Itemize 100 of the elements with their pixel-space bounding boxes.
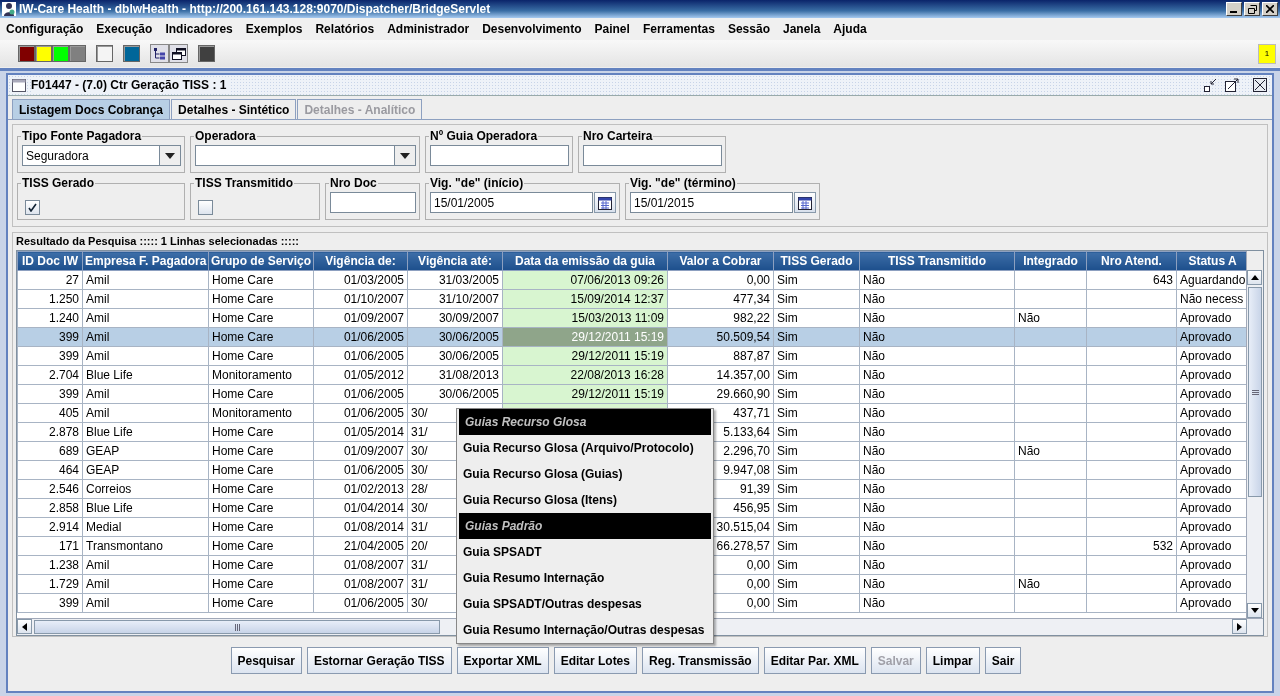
table-cell: Sim bbox=[773, 346, 860, 366]
table-cell: Amil bbox=[82, 346, 209, 366]
table-cell: 27 bbox=[17, 270, 83, 290]
field-label: Vig. "de" (início) bbox=[429, 176, 525, 190]
table-cell: GEAP bbox=[82, 441, 209, 461]
table-cell: Home Care bbox=[208, 441, 314, 461]
table-cell: 01/06/2005 bbox=[313, 403, 408, 423]
table-cell: Home Care bbox=[208, 536, 314, 556]
table-cell: 31/03/2005 bbox=[407, 270, 503, 290]
table-cell: Amil bbox=[82, 384, 209, 404]
table-cell: Correios bbox=[82, 479, 209, 499]
table-cell: Sim bbox=[773, 403, 860, 423]
menu-section-header: Guias Padrão bbox=[459, 513, 711, 539]
table-cell: Não bbox=[859, 593, 1015, 613]
table-cell: 30/06/2005 bbox=[407, 346, 503, 366]
table-cell: Home Care bbox=[208, 460, 314, 480]
table-cell: 30/09/2007 bbox=[407, 308, 503, 328]
table-cell: 01/09/2007 bbox=[313, 308, 408, 328]
table-cell: Não bbox=[859, 270, 1015, 290]
table-cell: Sim bbox=[773, 365, 860, 385]
table-cell: Home Care bbox=[208, 422, 314, 442]
table-cell: Home Care bbox=[208, 308, 314, 328]
table-cell: 1.250 bbox=[17, 289, 83, 309]
field-label: TISS Gerado bbox=[21, 176, 96, 190]
table-cell: 2.914 bbox=[17, 517, 83, 537]
table-cell: 31/08/2013 bbox=[407, 365, 503, 385]
table-cell: Não bbox=[859, 384, 1015, 404]
table-cell: Não bbox=[859, 422, 1015, 442]
table-cell: Não bbox=[859, 289, 1015, 309]
frame-title: F01447 - (7.0) Ctr Geração TISS : 1 bbox=[31, 78, 231, 92]
field-label: Operadora bbox=[194, 129, 257, 143]
table-cell: Não bbox=[1014, 574, 1087, 594]
results-title: Resultado da Pesquisa ::::: 1 Linhas selecionadas ::::: bbox=[16, 235, 299, 247]
table-cell: Não bbox=[859, 308, 1015, 328]
table-cell: 01/08/2014 bbox=[313, 517, 408, 537]
table-cell: Home Care bbox=[208, 555, 314, 575]
table-cell: Sim bbox=[773, 441, 860, 461]
table-cell: 31/10/2007 bbox=[407, 289, 503, 309]
table-cell: 30/06/2005 bbox=[407, 384, 503, 404]
table-cell: Blue Life bbox=[82, 365, 209, 385]
table-cell: Home Care bbox=[208, 479, 314, 499]
table-cell: Não bbox=[859, 517, 1015, 537]
table-cell: 01/08/2007 bbox=[313, 574, 408, 594]
table-cell: 01/05/2012 bbox=[313, 365, 408, 385]
table-cell: Home Care bbox=[208, 517, 314, 537]
table-cell: 1.729 bbox=[17, 574, 83, 594]
table-cell: 399 bbox=[17, 346, 83, 366]
table-cell: Home Care bbox=[208, 289, 314, 309]
table-cell: 643 bbox=[1086, 270, 1177, 290]
table-cell: 982,22 bbox=[667, 308, 774, 328]
table-cell: Não bbox=[859, 460, 1015, 480]
table-cell: 887,87 bbox=[667, 346, 774, 366]
table-cell: Home Care bbox=[208, 384, 314, 404]
table-cell: Não bbox=[1014, 441, 1087, 461]
table-cell: Sim bbox=[773, 593, 860, 613]
table-cell: Blue Life bbox=[82, 422, 209, 442]
table-cell: 01/04/2014 bbox=[313, 498, 408, 518]
table-cell: Amil bbox=[82, 270, 209, 290]
table-cell: 01/10/2007 bbox=[313, 289, 408, 309]
field-label: Nro Doc bbox=[329, 176, 378, 190]
table-cell: 01/02/2013 bbox=[313, 479, 408, 499]
table-cell: 01/06/2005 bbox=[313, 346, 408, 366]
table-cell: 405 bbox=[17, 403, 83, 423]
table-cell: Não bbox=[859, 479, 1015, 499]
table-cell: 01/05/2014 bbox=[313, 422, 408, 442]
table-cell: Home Care bbox=[208, 346, 314, 366]
table-cell: Amil bbox=[82, 308, 209, 328]
table-cell: Sim bbox=[773, 555, 860, 575]
table-cell: Não bbox=[859, 365, 1015, 385]
table-cell: Não bbox=[859, 574, 1015, 594]
table-cell: Não bbox=[1014, 308, 1087, 328]
table-cell: 2.878 bbox=[17, 422, 83, 442]
table-cell: Sim bbox=[773, 289, 860, 309]
table-cell: Monitoramento bbox=[208, 403, 314, 423]
table-cell: 01/09/2007 bbox=[313, 441, 408, 461]
field-label: Tipo Fonte Pagadora bbox=[21, 129, 143, 143]
table-cell: Home Care bbox=[208, 574, 314, 594]
field-label: Vig. "de" (término) bbox=[629, 176, 737, 190]
table-cell: Não bbox=[859, 346, 1015, 366]
table-cell: 01/06/2005 bbox=[313, 460, 408, 480]
table-cell: Medial bbox=[82, 517, 209, 537]
table-cell: Sim bbox=[773, 308, 860, 328]
table-cell: Transmontano bbox=[82, 536, 209, 556]
menu-section-header: Guias Recurso Glosa bbox=[459, 409, 711, 435]
field-label: Nº Guia Operadora bbox=[429, 129, 539, 143]
table-cell: 477,34 bbox=[667, 289, 774, 309]
table-cell: 171 bbox=[17, 536, 83, 556]
table-cell: 1.240 bbox=[17, 308, 83, 328]
table-cell: Sim bbox=[773, 384, 860, 404]
table-cell: Amil bbox=[82, 574, 209, 594]
table-cell: Sim bbox=[773, 270, 860, 290]
table-cell: Monitoramento bbox=[208, 365, 314, 385]
table-cell: Sim bbox=[773, 479, 860, 499]
table-cell: 689 bbox=[17, 441, 83, 461]
table-cell: 01/03/2005 bbox=[313, 270, 408, 290]
table-cell: 399 bbox=[17, 384, 83, 404]
table-cell: 464 bbox=[17, 460, 83, 480]
table-cell: 2.704 bbox=[17, 365, 83, 385]
table-cell: 21/04/2005 bbox=[313, 536, 408, 556]
table-cell: 399 bbox=[17, 593, 83, 613]
